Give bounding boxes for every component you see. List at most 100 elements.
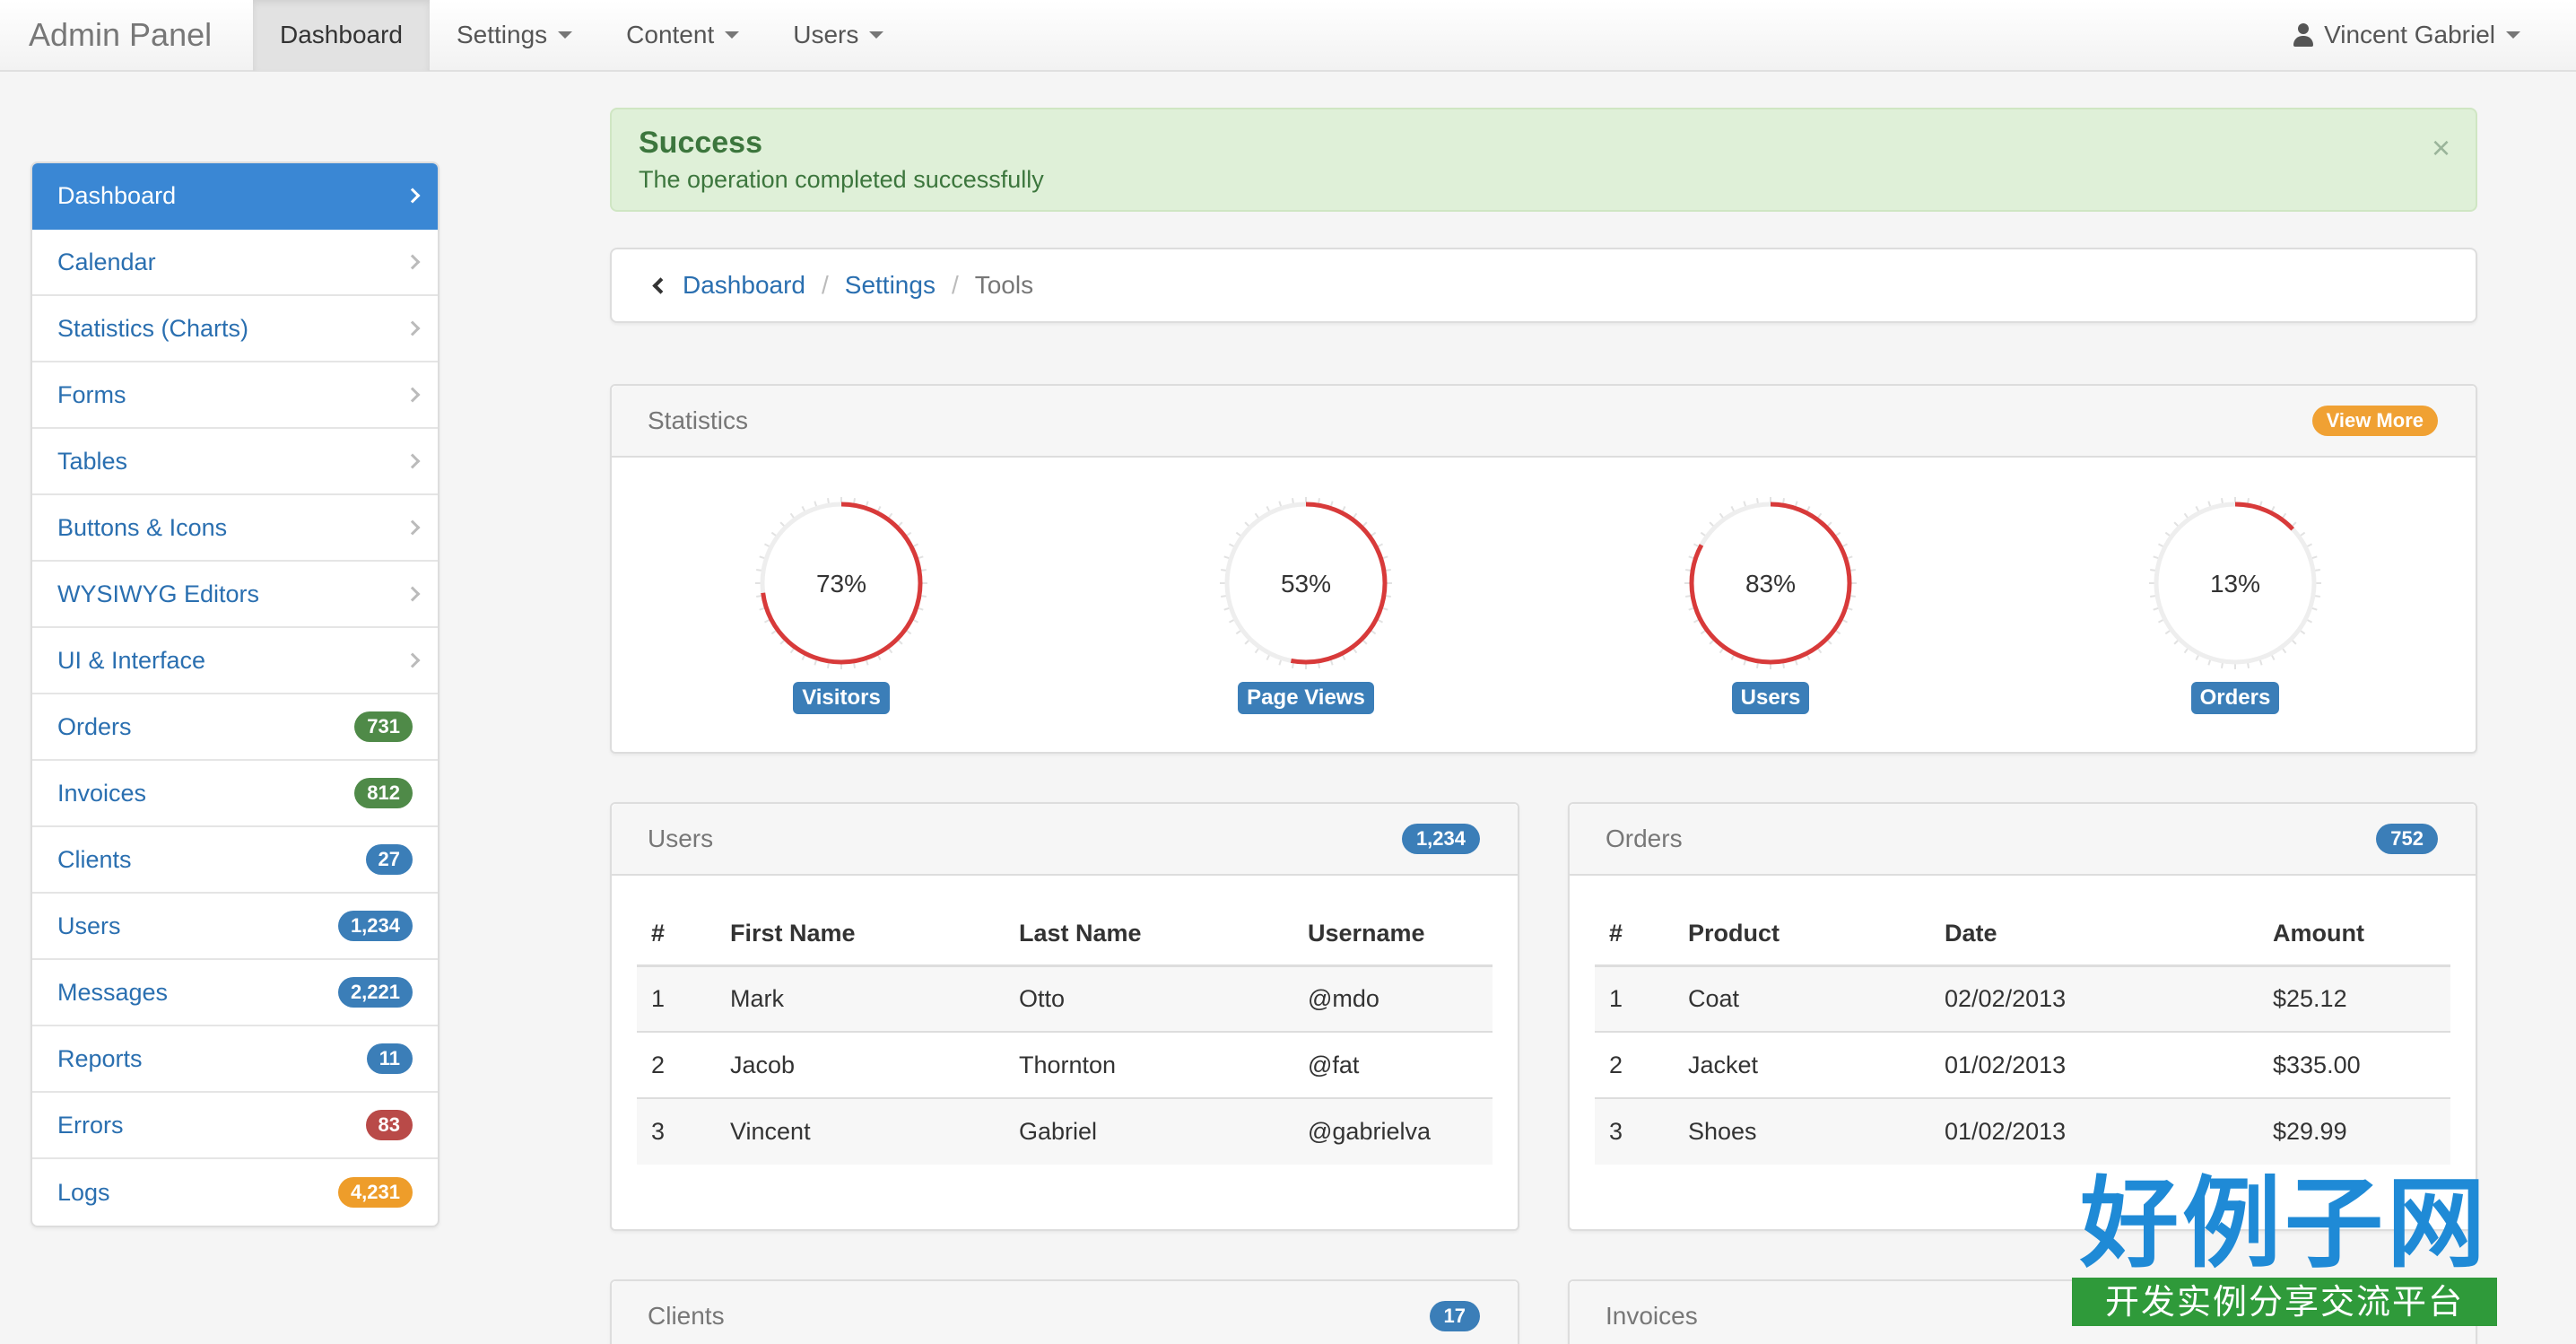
count-badge: 2,221 bbox=[337, 977, 413, 1008]
gauge-tick bbox=[1794, 501, 1798, 507]
count-badge: 1,234 bbox=[337, 911, 413, 941]
users-count-badge: 1,234 bbox=[1401, 824, 1480, 854]
table-cell: 3 bbox=[637, 1097, 716, 1165]
nav-settings[interactable]: Settings bbox=[430, 0, 599, 71]
sidebar-item-reports[interactable]: Reports 11 bbox=[32, 1026, 438, 1093]
sidebar-item-label: Statistics (Charts) bbox=[57, 314, 249, 342]
breadcrumb-settings[interactable]: Settings bbox=[845, 271, 936, 300]
gauge-tick bbox=[888, 648, 893, 654]
clients-panel-title: Clients bbox=[648, 1302, 725, 1330]
table-header-row: # First Name Last Name Username bbox=[637, 903, 1493, 967]
table-row[interactable]: 2 Jacob Thornton @fat bbox=[637, 1031, 1493, 1098]
chevron-down-icon bbox=[2506, 31, 2520, 39]
gauge-tick bbox=[756, 568, 762, 572]
brand-title[interactable]: Admin Panel bbox=[0, 16, 253, 54]
gauge-tick bbox=[1223, 555, 1230, 560]
gauge-tick bbox=[826, 662, 830, 668]
gauge-tick bbox=[1693, 618, 1700, 624]
gauge-tick bbox=[2207, 501, 2212, 507]
table-cell: @mdo bbox=[1293, 964, 1493, 1032]
gauge-tick bbox=[2158, 543, 2164, 548]
user-menu[interactable]: Vincent Gabriel bbox=[2293, 21, 2576, 49]
success-alert: Success The operation completed successf… bbox=[610, 108, 2477, 212]
column-header[interactable]: Last Name bbox=[1005, 903, 1293, 967]
sidebar-item-label: Errors bbox=[57, 1111, 124, 1139]
sidebar-item-label: Reports bbox=[57, 1044, 143, 1072]
gauge-tick bbox=[912, 543, 918, 548]
sidebar-item-wysiwyg-editors[interactable]: WYSIWYG Editors bbox=[32, 562, 438, 628]
table-cell: 1 bbox=[637, 964, 716, 1032]
breadcrumb-dashboard[interactable]: Dashboard bbox=[683, 271, 805, 300]
column-header[interactable]: Date bbox=[1930, 903, 2258, 967]
sidebar-item-logs[interactable]: Logs 4,231 bbox=[32, 1159, 438, 1226]
nav-dashboard[interactable]: Dashboard bbox=[253, 0, 430, 71]
sidebar-item-messages[interactable]: Messages 2,221 bbox=[32, 960, 438, 1026]
table-row[interactable]: 1 Mark Otto @mdo bbox=[637, 964, 1493, 1032]
table-row[interactable]: 1 Coat 02/02/2013 $25.12 bbox=[1595, 964, 2450, 1032]
gauge-tick bbox=[2164, 531, 2171, 537]
table-cell: Shoes bbox=[1674, 1097, 1930, 1165]
table-row[interactable]: 3 Vincent Gabriel @gabrielva bbox=[637, 1097, 1493, 1165]
sidebar-item-clients[interactable]: Clients 27 bbox=[32, 827, 438, 894]
table-cell: 2 bbox=[637, 1031, 716, 1098]
table-cell: 01/02/2013 bbox=[1930, 1031, 2258, 1098]
view-more-button[interactable]: View More bbox=[2311, 406, 2438, 436]
gauge-tick bbox=[1318, 662, 1321, 668]
gauge-tick bbox=[2300, 630, 2306, 635]
gauge-tick bbox=[1685, 595, 1692, 598]
table-row[interactable]: 3 Shoes 01/02/2013 $29.99 bbox=[1595, 1097, 2450, 1165]
invoices-panel-title: Invoices bbox=[1606, 1302, 1698, 1330]
gauge-chart: 73% bbox=[755, 497, 927, 669]
sidebar-item-calendar[interactable]: Calendar bbox=[32, 230, 438, 296]
gauge-tick bbox=[2258, 501, 2263, 507]
sidebar-item-label: Tables bbox=[57, 447, 128, 475]
sidebar-item-statistics-charts[interactable]: Statistics (Charts) bbox=[32, 296, 438, 362]
chevron-right-icon bbox=[405, 586, 421, 602]
gauge-tick bbox=[1743, 501, 1747, 507]
users-table: # First Name Last Name Username 1 Mark Otto @m… bbox=[637, 903, 1493, 1165]
gauge-tick bbox=[1341, 654, 1346, 660]
table-cell: $335.00 bbox=[2258, 1031, 2450, 1098]
column-header[interactable]: Product bbox=[1674, 903, 1930, 967]
sidebar-item-label: UI & Interface bbox=[57, 646, 206, 674]
gauge-tick bbox=[912, 618, 918, 624]
gauge-tick bbox=[1730, 506, 1736, 512]
gauge-tick bbox=[2247, 662, 2250, 668]
column-header[interactable]: # bbox=[1595, 903, 1674, 967]
table-cell: Jacob bbox=[716, 1031, 1005, 1098]
column-header[interactable]: Amount bbox=[2258, 903, 2450, 967]
chevron-left-icon[interactable] bbox=[652, 276, 669, 294]
nav-content[interactable]: Content bbox=[599, 0, 766, 71]
sidebar-item-forms[interactable]: Forms bbox=[32, 362, 438, 429]
gauge-tick bbox=[1278, 659, 1283, 666]
gauge-tick bbox=[1806, 506, 1811, 512]
sidebar-item-buttons-icons[interactable]: Buttons & Icons bbox=[32, 495, 438, 562]
table-row[interactable]: 2 Jacket 01/02/2013 $335.00 bbox=[1595, 1031, 2450, 1098]
gauge-tick bbox=[2282, 648, 2287, 654]
gauge-tick bbox=[906, 531, 912, 537]
sidebar-item-invoices[interactable]: Invoices 812 bbox=[32, 761, 438, 827]
gauge-tick bbox=[1743, 659, 1747, 666]
sidebar-item-tables[interactable]: Tables bbox=[32, 429, 438, 495]
gauge-tick bbox=[2150, 568, 2156, 572]
sidebar-item-ui-interface[interactable]: UI & Interface bbox=[32, 628, 438, 694]
column-header[interactable]: # bbox=[637, 903, 716, 967]
nav-dashboard-label: Dashboard bbox=[280, 21, 403, 48]
gauge-tick bbox=[1782, 662, 1786, 668]
count-badge: 812 bbox=[354, 778, 413, 808]
sidebar-item-dashboard[interactable]: Dashboard bbox=[32, 163, 438, 230]
close-icon[interactable]: × bbox=[2432, 129, 2450, 167]
gauge-tick bbox=[876, 654, 882, 660]
sidebar-item-orders[interactable]: Orders 731 bbox=[32, 694, 438, 761]
gauge-tick bbox=[2247, 498, 2250, 504]
sidebar-item-errors[interactable]: Errors 83 bbox=[32, 1093, 438, 1159]
nav-users[interactable]: Users bbox=[766, 0, 910, 71]
sidebar-item-label: Calendar bbox=[57, 248, 156, 275]
users-panel-title: Users bbox=[648, 825, 714, 852]
sidebar-item-users[interactable]: Users 1,234 bbox=[32, 894, 438, 960]
gauge-tick bbox=[814, 501, 818, 507]
column-header[interactable]: Username bbox=[1293, 903, 1493, 967]
column-header[interactable]: First Name bbox=[716, 903, 1005, 967]
gauge-tick bbox=[1254, 648, 1259, 654]
gauge-tick bbox=[1382, 607, 1388, 611]
